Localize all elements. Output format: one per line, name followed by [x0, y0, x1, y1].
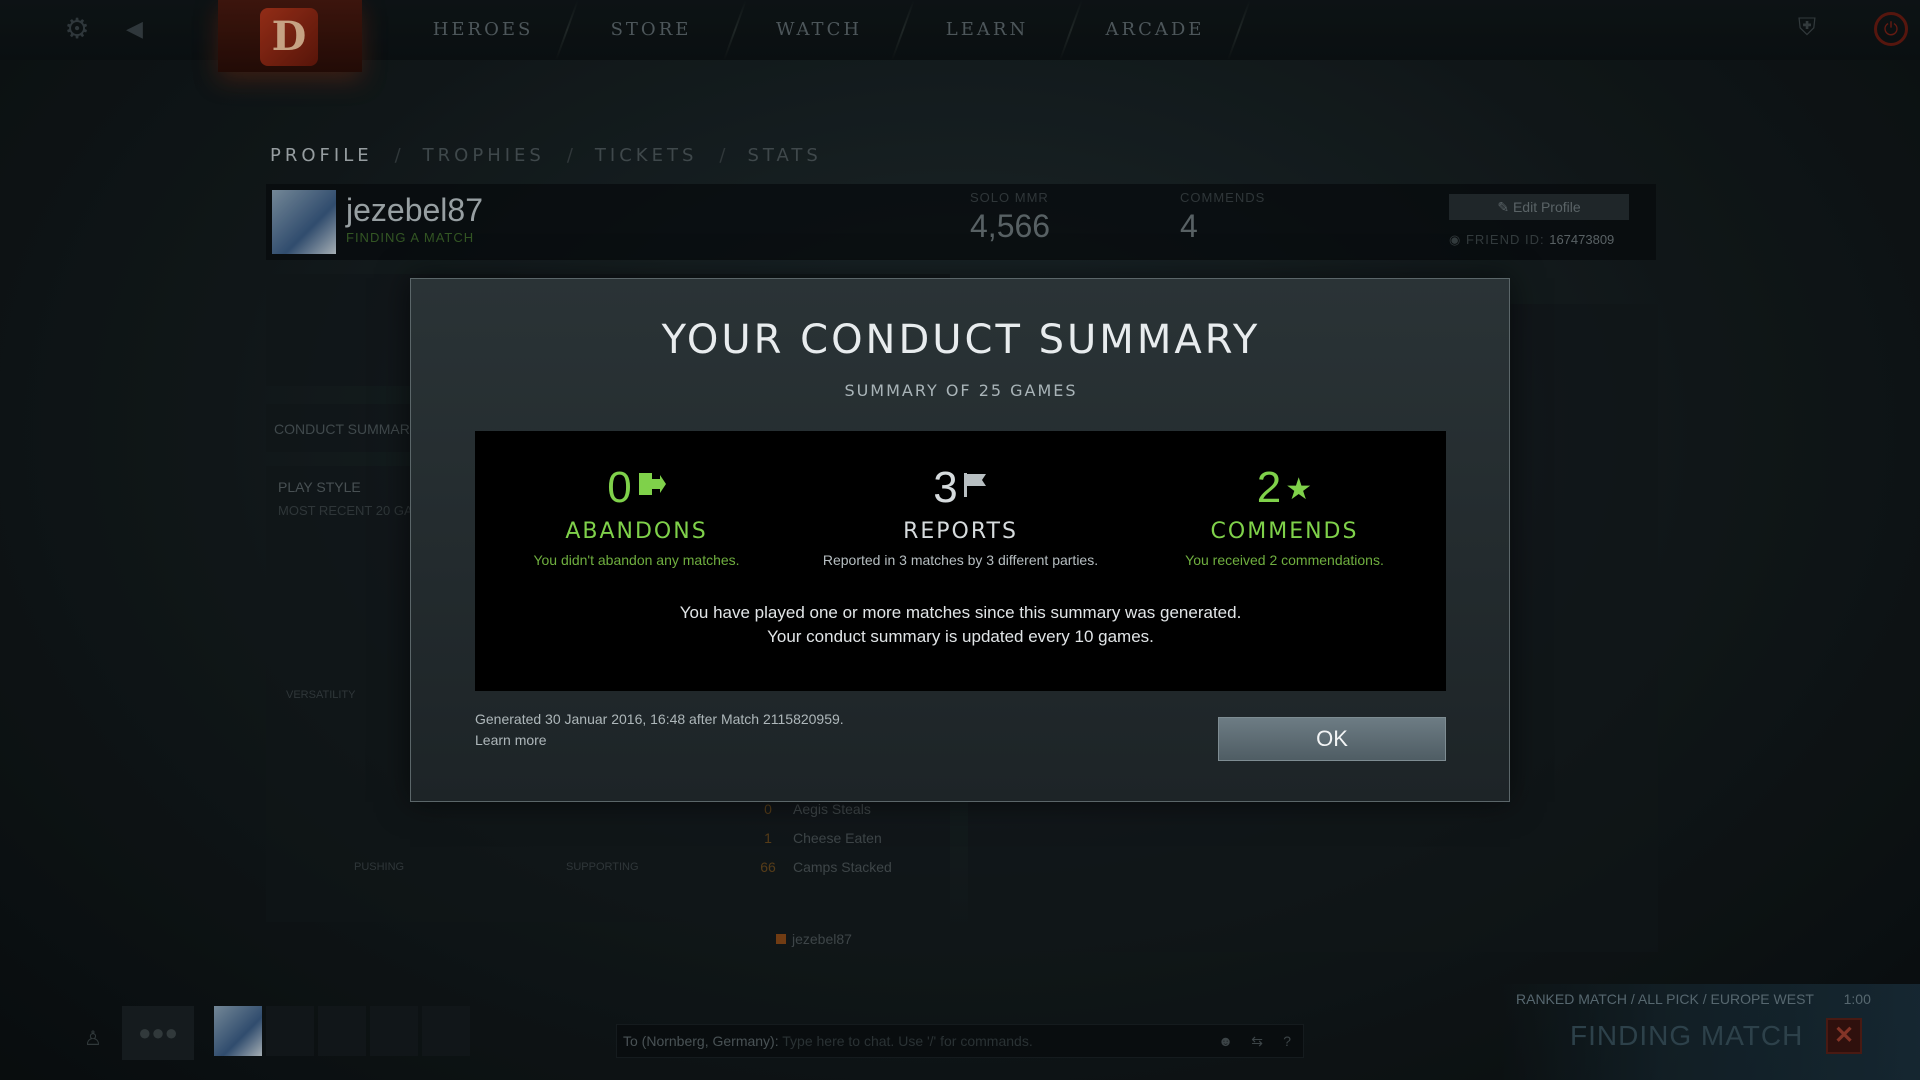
commends-description: You received 2 commendations.: [1185, 552, 1384, 569]
notice-line-1: You have played one or more matches sinc…: [679, 603, 1242, 622]
reports-column: 3 REPORTS Reported in 3 matches by 3 dif…: [799, 461, 1122, 569]
generated-timestamp: Generated 30 Januar 2016, 16:48 after Ma…: [475, 711, 844, 727]
reports-label: REPORTS: [903, 519, 1018, 545]
conduct-summary-dialog: YOUR CONDUCT SUMMARY SUMMARY OF 25 GAMES…: [410, 278, 1510, 802]
star-icon: ★: [1285, 473, 1313, 507]
commends-column: 2 ★ COMMENDS You received 2 commendations…: [1123, 461, 1446, 569]
abandons-value-row: 0: [475, 461, 798, 517]
ok-button[interactable]: OK: [1218, 717, 1446, 761]
learn-more-link[interactable]: Learn more: [475, 730, 547, 750]
summary-box: 0 ABANDONS You didn't abandon any matche…: [475, 431, 1446, 691]
dialog-subtitle: SUMMARY OF 25 GAMES: [844, 381, 1078, 400]
reports-description: Reported in 3 matches by 3 different par…: [822, 552, 1099, 569]
abandons-value: 0: [607, 463, 632, 512]
abandons-column: 0 ABANDONS You didn't abandon any matche…: [475, 461, 798, 569]
commends-value: 2: [1256, 463, 1282, 512]
flag-icon: [962, 463, 988, 517]
door-exit-icon: [636, 463, 666, 517]
reports-value-row: 3: [799, 461, 1122, 517]
update-notice: You have played one or more matches sinc…: [475, 601, 1446, 649]
abandons-label: ABANDONS: [565, 519, 708, 545]
notice-line-2: Your conduct summary is updated every 10…: [767, 627, 1154, 646]
dialog-title: YOUR CONDUCT SUMMARY: [661, 317, 1261, 363]
commends-value-row: 2 ★: [1123, 461, 1446, 517]
commends-label: COMMENDS: [1210, 519, 1359, 545]
abandons-description: You didn't abandon any matches.: [533, 552, 740, 569]
reports-value: 3: [933, 463, 958, 512]
dota-client: ⚙ ◀ D HEROES STORE WATCH LEARN ARCADE ⛨ …: [0, 0, 1920, 1080]
